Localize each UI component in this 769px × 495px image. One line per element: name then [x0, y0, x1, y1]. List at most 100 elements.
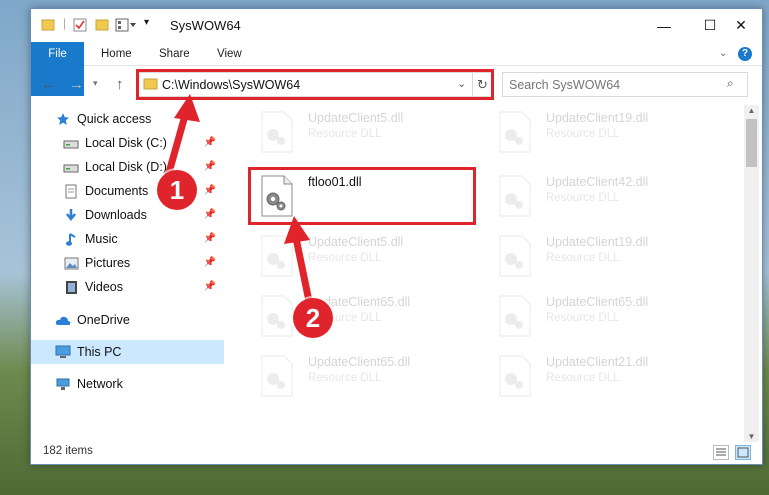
file-item[interactable]: UpdateClient19.dll Resource DLL — [484, 105, 714, 159]
dll-file-icon — [499, 175, 531, 217]
drive-icon — [63, 159, 79, 175]
sidebar-item-label: Videos — [85, 280, 123, 294]
documents-icon — [63, 183, 79, 199]
sidebar-item-label: Downloads — [85, 208, 147, 222]
close-button[interactable]: ✕ — [718, 9, 764, 42]
sidebar-item-label: Local Disk (D:) — [85, 160, 167, 174]
search-input[interactable] — [509, 76, 719, 94]
details-view-icon[interactable] — [713, 445, 729, 460]
computer-icon — [55, 344, 71, 360]
sidebar-item-pictures[interactable]: Pictures 📌 — [31, 251, 224, 275]
file-item[interactable]: UpdateClient65.dll Resource DLL — [246, 349, 476, 403]
navigation-bar: ← → ▾ ↑ C:\Windows\SysWOW64 ⌄ ↻ ⌕ — [31, 67, 762, 102]
sidebar-item-music[interactable]: Music 📌 — [31, 227, 224, 251]
scroll-up-icon[interactable]: ▲ — [744, 106, 759, 115]
sidebar-item-label: This PC — [77, 345, 122, 359]
file-type: Resource DLL — [546, 192, 620, 204]
sidebar-item-label: Local Disk (C:) — [85, 136, 167, 150]
ribbon-tabs: File Home Share View ⌄ ? — [31, 42, 762, 96]
file-item[interactable]: UpdateClient65.dll Resource DLL — [484, 289, 714, 343]
pictures-icon — [63, 255, 79, 271]
sidebar-item-label: Network — [77, 377, 123, 391]
file-type: Resource DLL — [546, 312, 620, 324]
tab-view[interactable]: View — [217, 42, 242, 66]
scrollbar-thumb[interactable] — [746, 119, 757, 167]
callout-badge-1: 1 — [157, 170, 197, 210]
download-icon — [63, 207, 79, 223]
file-name: UpdateClient19.dll — [546, 111, 649, 125]
tab-share[interactable]: Share — [159, 42, 190, 66]
file-item[interactable]: UpdateClient19.dll Resource DLL — [484, 229, 714, 283]
pin-icon[interactable]: 📌 — [204, 209, 216, 220]
dll-file-icon — [499, 235, 531, 277]
file-name: UpdateClient65.dll — [308, 355, 411, 369]
file-item[interactable]: UpdateClient5.dll Resource DLL — [246, 105, 476, 159]
sidebar-item-this-pc[interactable]: This PC — [31, 340, 224, 364]
up-arrow-icon[interactable]: ↑ — [116, 76, 124, 93]
title-separator: | — [63, 16, 67, 30]
cloud-icon — [55, 312, 71, 328]
title-bar: | ▾ SysWOW64 — ☐ ✕ — [31, 9, 762, 42]
dll-file-icon — [499, 111, 531, 153]
status-bar: 182 items — [31, 441, 762, 465]
window-title: SysWOW64 — [170, 18, 241, 33]
pin-icon[interactable]: 📌 — [204, 233, 216, 244]
minimize-button[interactable]: — — [641, 9, 687, 42]
file-name: UpdateClient19.dll — [546, 235, 649, 249]
sidebar-item-videos[interactable]: Videos 📌 — [31, 275, 224, 299]
forward-arrow-icon[interactable]: → — [69, 76, 84, 93]
sidebar-item-downloads[interactable]: Downloads 📌 — [31, 203, 224, 227]
customize-toolbar-icon[interactable] — [115, 18, 137, 35]
sidebar-item-label: OneDrive — [77, 313, 130, 327]
tab-home[interactable]: Home — [101, 42, 132, 66]
search-icon[interactable]: ⌕ — [727, 76, 734, 91]
dropdown-chevron-icon[interactable]: ▾ — [144, 17, 149, 28]
dll-file-icon — [261, 355, 293, 397]
sidebar-item-network[interactable]: Network — [31, 372, 224, 396]
expand-ribbon-icon[interactable]: ⌄ — [719, 42, 727, 66]
file-type: Resource DLL — [546, 372, 620, 384]
new-folder-icon[interactable] — [95, 18, 109, 35]
videos-icon — [63, 279, 79, 295]
vertical-scrollbar[interactable]: ▲ ▼ — [744, 105, 759, 442]
network-icon — [55, 376, 71, 392]
sidebar-item-onedrive[interactable]: OneDrive — [31, 308, 224, 332]
callout-badge-2: 2 — [293, 298, 333, 338]
search-box[interactable]: ⌕ — [502, 72, 748, 97]
item-count: 182 items — [43, 445, 93, 457]
scroll-down-icon[interactable]: ▼ — [744, 432, 759, 441]
sidebar-item-label: Documents — [85, 184, 149, 198]
file-type: Resource DLL — [546, 252, 620, 264]
file-item[interactable]: UpdateClient21.dll Resource DLL — [484, 349, 714, 403]
dll-file-icon — [261, 111, 293, 153]
help-icon[interactable]: ? — [738, 47, 752, 61]
file-item[interactable]: UpdateClient5.dll Resource DLL — [246, 229, 476, 283]
dll-file-icon — [499, 295, 531, 337]
file-type: Resource DLL — [308, 128, 382, 140]
sidebar-item-label: Pictures — [85, 256, 131, 270]
back-arrow-icon[interactable]: ← — [41, 76, 56, 93]
drive-icon — [63, 135, 79, 151]
explorer-window: | ▾ SysWOW64 — ☐ ✕ File Home Share View … — [30, 8, 763, 465]
pin-icon[interactable]: 📌 — [204, 185, 216, 196]
pin-icon[interactable]: 📌 — [204, 257, 216, 268]
pin-icon[interactable]: 📌 — [204, 281, 216, 292]
sidebar-item-label: Music — [85, 232, 118, 246]
folder-icon[interactable] — [41, 18, 55, 35]
star-icon — [55, 111, 71, 127]
properties-icon[interactable] — [73, 18, 87, 35]
sidebar-item-label: Quick access — [77, 112, 152, 126]
file-name: UpdateClient21.dll — [546, 355, 649, 369]
file-type: Resource DLL — [546, 128, 620, 140]
file-name: UpdateClient42.dll — [546, 175, 649, 189]
file-name: UpdateClient65.dll — [546, 295, 649, 309]
file-item[interactable]: UpdateClient65.dll Resource DLL — [246, 289, 476, 343]
large-icons-view-icon[interactable] — [735, 445, 751, 460]
file-item[interactable]: UpdateClient42.dll Resource DLL — [484, 169, 714, 223]
music-icon — [63, 231, 79, 247]
dll-file-icon — [499, 355, 531, 397]
callout-arrow-1 — [164, 94, 200, 180]
file-type: Resource DLL — [308, 372, 382, 384]
file-name: UpdateClient5.dll — [308, 111, 404, 125]
recent-locations-chevron-icon[interactable]: ▾ — [93, 78, 98, 89]
